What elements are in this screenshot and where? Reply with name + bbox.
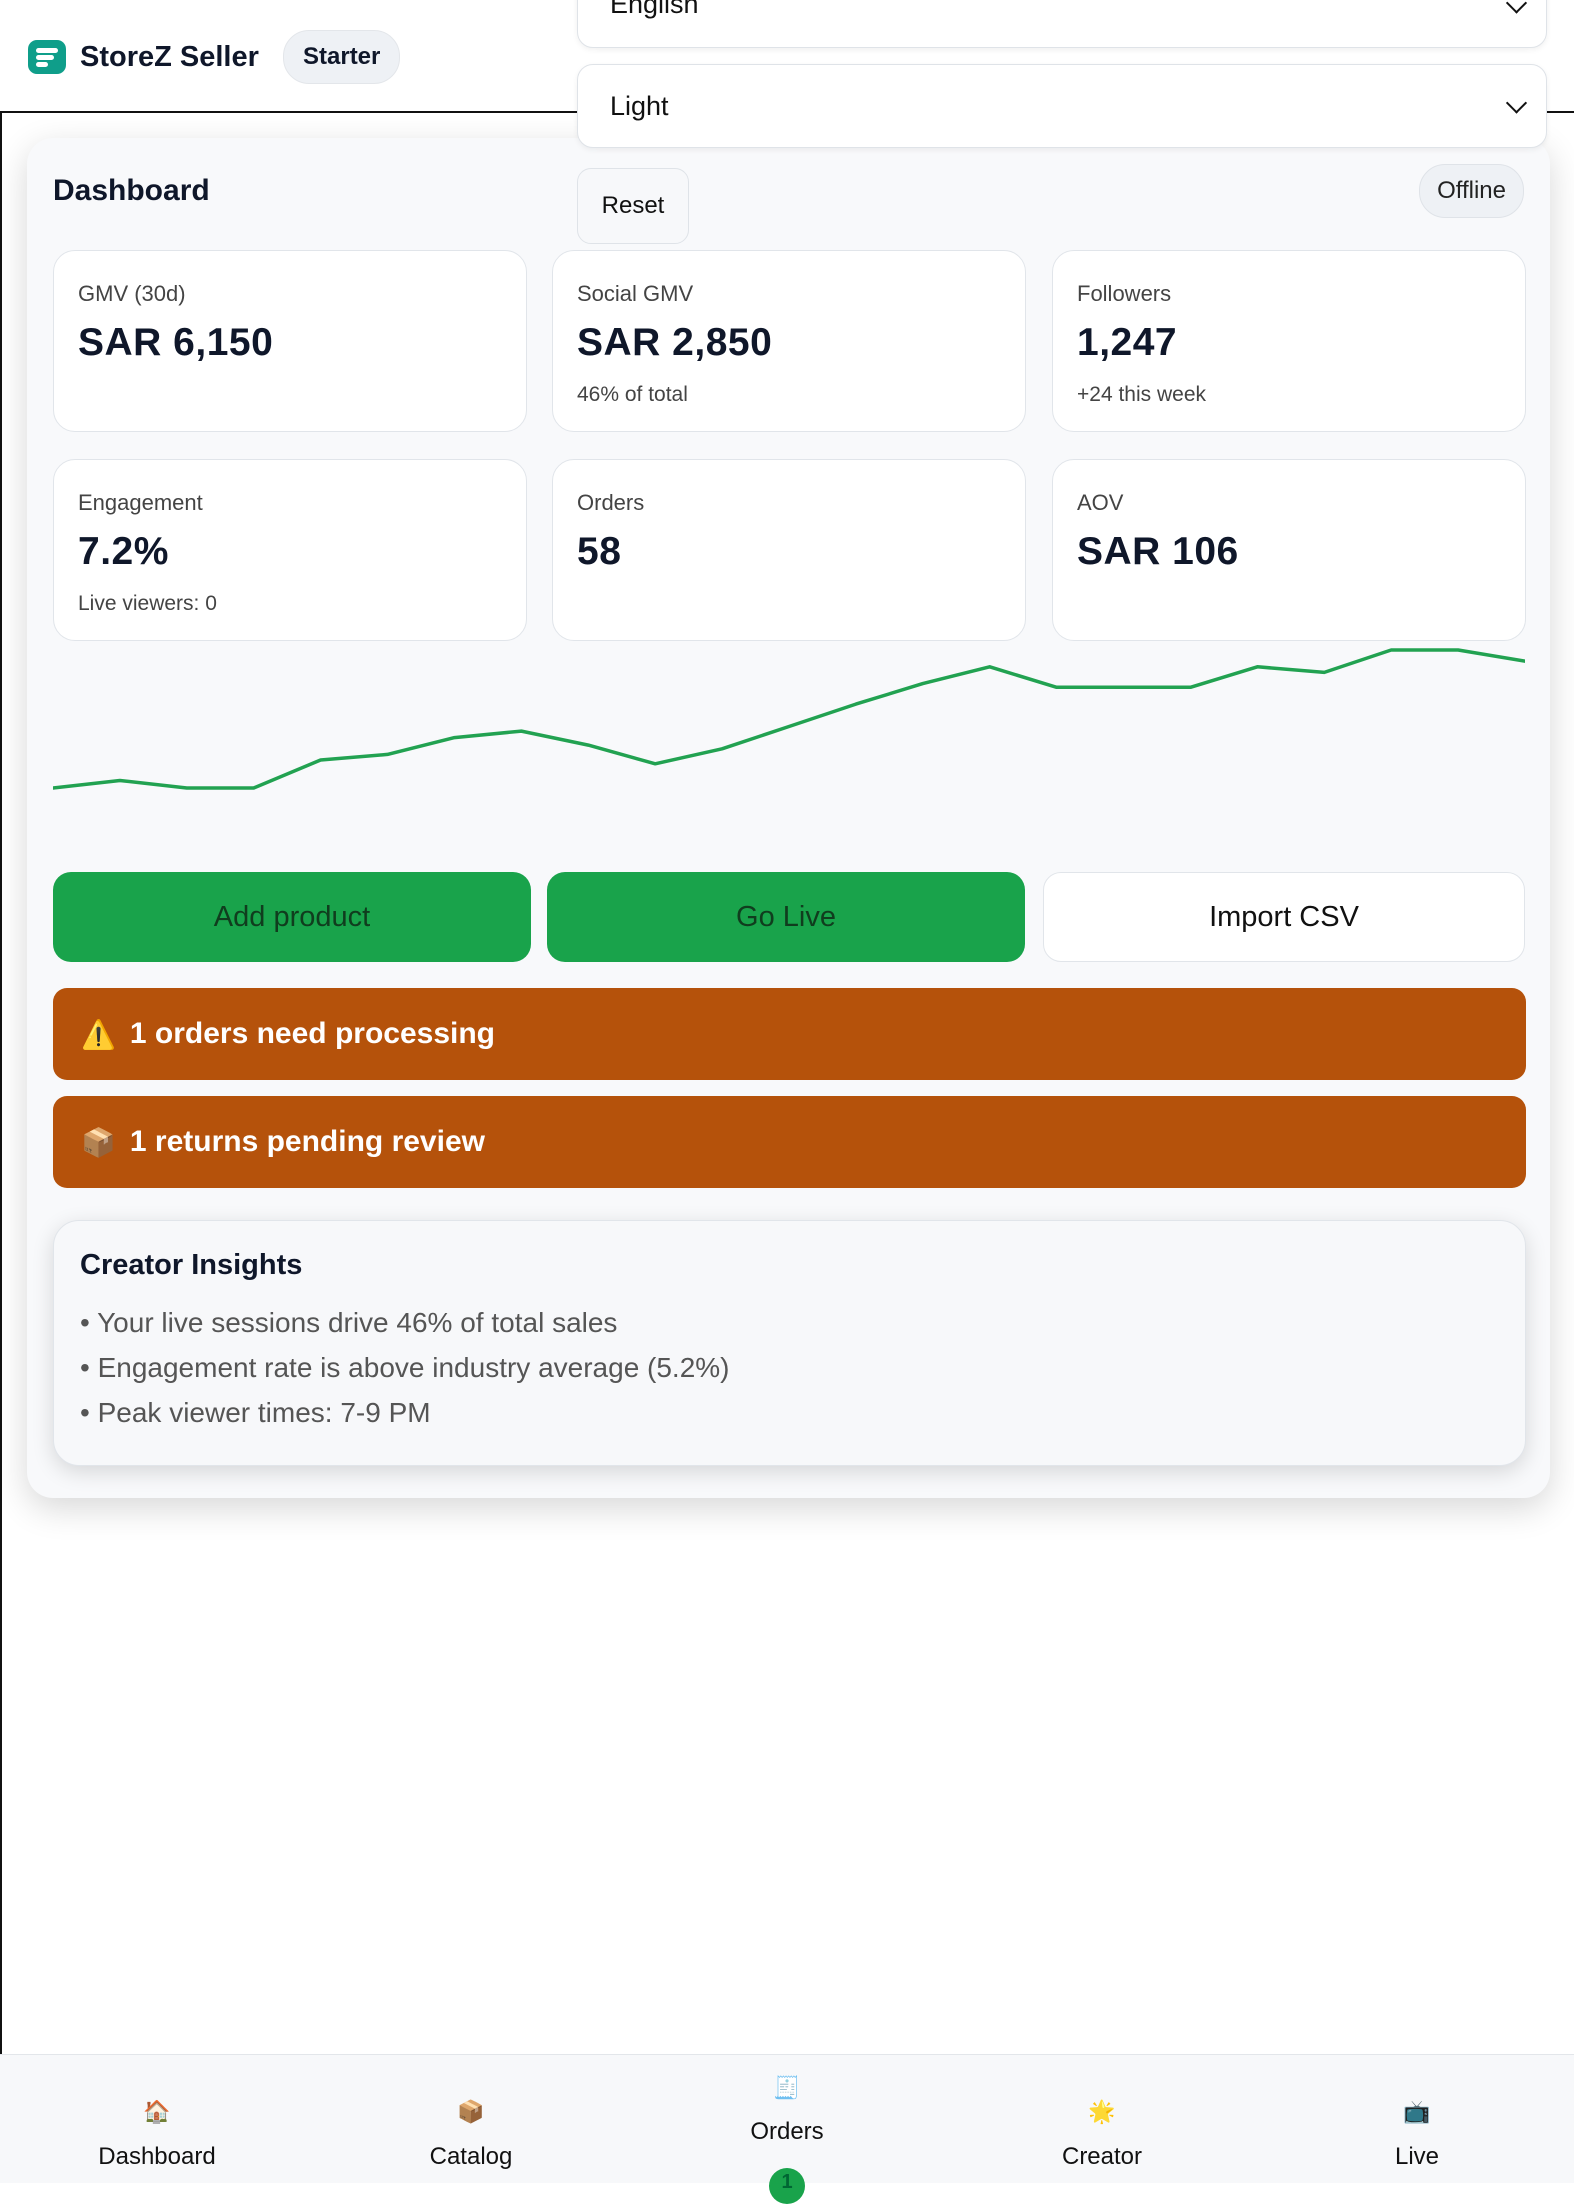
list-item: Engagement rate is above industry averag…	[80, 1345, 1499, 1390]
page-title: Dashboard	[53, 174, 210, 207]
nav-item-catalog[interactable]: 📦 Catalog	[314, 2055, 628, 2183]
kpi-card-aov: AOV SAR 106	[1052, 459, 1526, 641]
kpi-value: 58	[577, 530, 622, 573]
kpi-value: SAR 2,850	[577, 321, 773, 364]
kpi-subtext: 46% of total	[577, 383, 688, 406]
kpi-card-engagement: Engagement 7.2% Live viewers: 0	[53, 459, 527, 641]
alert-text: 1 returns pending review	[129, 1125, 485, 1158]
insights-list: Your live sessions drive 46% of total sa…	[80, 1300, 1499, 1435]
nav-item-orders[interactable]: 🧾 Orders 1	[630, 2055, 944, 2204]
sparkline-series	[53, 648, 1525, 790]
nav-item-live[interactable]: 📺 Live	[1260, 2055, 1574, 2183]
star-icon: 🌟	[1088, 2099, 1116, 2124]
content-frame: Dashboard Offline GMV (30d) SAR 6,150 So…	[0, 112, 1574, 2054]
go-live-button[interactable]: Go Live	[547, 872, 1025, 962]
list-item: Your live sessions drive 46% of total sa…	[80, 1300, 1499, 1345]
home-icon: 🏠	[143, 2099, 171, 2124]
kpi-card-gmv: GMV (30d) SAR 6,150	[53, 250, 527, 432]
chevron-down-icon	[1505, 0, 1528, 14]
kpi-subtext: Live viewers: 0	[78, 592, 217, 615]
add-product-button[interactable]: Add product	[53, 872, 531, 962]
kpi-card-orders: Orders 58	[552, 459, 1026, 641]
package-icon: 📦	[81, 1126, 116, 1158]
kpi-label: Social GMV	[577, 281, 694, 306]
kpi-label: Orders	[577, 490, 645, 515]
gmv-sparkline-chart	[53, 648, 1525, 790]
kpi-value: SAR 106	[1077, 530, 1239, 573]
app-name: StoreZ Seller	[80, 40, 259, 73]
nav-label: Orders	[750, 2118, 824, 2145]
kpi-subtext: +24 this week	[1077, 383, 1206, 406]
alert-orders-processing[interactable]: ⚠️ 1 orders need processing	[53, 988, 1526, 1080]
kpi-label: Engagement	[78, 490, 203, 515]
kpi-label: AOV	[1077, 490, 1124, 515]
receipt-icon: 🧾	[773, 2075, 801, 2100]
import-csv-button[interactable]: Import CSV	[1043, 872, 1525, 962]
kpi-label: GMV (30d)	[78, 281, 186, 306]
tv-icon: 📺	[1403, 2099, 1431, 2124]
warning-icon: ⚠️	[81, 1018, 116, 1050]
insights-title: Creator Insights	[80, 1249, 303, 1281]
theme-select-value: Light	[610, 90, 669, 121]
alert-returns-pending[interactable]: 📦 1 returns pending review	[53, 1096, 1526, 1188]
kpi-card-followers: Followers 1,247 +24 this week	[1052, 250, 1526, 432]
kpi-value: SAR 6,150	[78, 321, 274, 364]
connection-status-badge: Offline	[1419, 164, 1524, 218]
nav-label: Creator	[1061, 2143, 1143, 2170]
nav-item-creator[interactable]: 🌟 Creator	[945, 2055, 1259, 2183]
language-select[interactable]: English	[577, 0, 1547, 48]
creator-insights-card: Creator Insights Your live sessions driv…	[53, 1220, 1526, 1466]
alert-text: 1 orders need processing	[129, 1017, 496, 1050]
dashboard-panel: Dashboard Offline GMV (30d) SAR 6,150 So…	[27, 138, 1550, 1498]
nav-label: Catalog	[429, 2143, 513, 2170]
kpi-card-social-gmv: Social GMV SAR 2,850 46% of total	[552, 250, 1026, 432]
language-select-value: English	[610, 0, 699, 19]
kpi-label: Followers	[1077, 281, 1172, 306]
chevron-down-icon	[1505, 92, 1528, 114]
package-icon: 📦	[457, 2099, 485, 2124]
nav-item-dashboard[interactable]: 🏠 Dashboard	[0, 2055, 314, 2183]
kpi-value: 1,247	[1077, 321, 1178, 364]
reset-button[interactable]: Reset	[577, 168, 689, 244]
theme-select[interactable]: Light	[577, 64, 1547, 148]
kpi-value: 7.2%	[78, 530, 169, 573]
plan-badge: Starter	[283, 30, 401, 84]
storez-logo-icon	[28, 40, 66, 74]
brand[interactable]: StoreZ Seller	[28, 40, 259, 74]
list-item: Peak viewer times: 7-9 PM	[80, 1390, 1499, 1435]
orders-count-badge: 1	[769, 2168, 805, 2204]
nav-label: Dashboard	[98, 2143, 216, 2170]
nav-label: Live	[1394, 2143, 1440, 2170]
bottom-nav: 🏠 Dashboard 📦 Catalog 🧾 Orders 1 🌟 Creat…	[0, 2054, 1574, 2204]
